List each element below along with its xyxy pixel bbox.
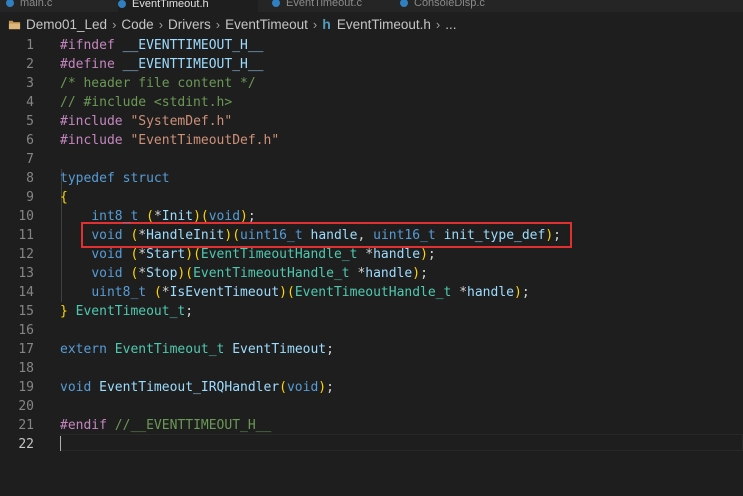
line-number: 21 bbox=[18, 418, 34, 433]
code-line[interactable]: 1 #ifndef __EVENTTIMEOUT_H__ bbox=[0, 36, 743, 55]
breadcrumb-demo01-led[interactable]: Demo01_Led bbox=[26, 17, 107, 32]
code-line[interactable]: 13 void (*Stop)(EventTimeoutHandle_t *ha… bbox=[0, 264, 743, 283]
code-text: int8_t (*Init)(void); bbox=[91, 209, 256, 224]
line-number: 6 bbox=[26, 133, 34, 148]
code-text: void EventTimeout_IRQHandler(void); bbox=[60, 380, 334, 395]
c-file-icon bbox=[118, 0, 126, 9]
line-number: 17 bbox=[18, 342, 34, 357]
code-text: #include "EventTimeoutDef.h" bbox=[60, 133, 280, 148]
code-line[interactable]: 14 uint8_t (*IsEventTimeout)(EventTimeou… bbox=[0, 283, 743, 302]
code-line[interactable]: 12 void (*Start)(EventTimeoutHandle_t *h… bbox=[0, 245, 743, 264]
code-text: #ifndef __EVENTTIMEOUT_H__ bbox=[60, 38, 264, 53]
line-number: 5 bbox=[26, 114, 34, 129]
chevron-right-icon: › bbox=[215, 16, 221, 32]
breadcrumb-eventtimeout[interactable]: EventTimeout bbox=[225, 17, 308, 32]
breadcrumb-drivers[interactable]: Drivers bbox=[168, 17, 211, 32]
line-number: 12 bbox=[18, 247, 34, 262]
line-number: 8 bbox=[26, 171, 34, 186]
code-text: typedef struct bbox=[60, 171, 170, 186]
line-number: 16 bbox=[18, 323, 34, 338]
tab-eventtimeout-c[interactable]: EventTimeout.c bbox=[272, 0, 362, 12]
line-number: 22 bbox=[18, 437, 34, 452]
code-text: uint8_t (*IsEventTimeout)(EventTimeoutHa… bbox=[91, 285, 530, 300]
line-number: 20 bbox=[18, 399, 34, 414]
c-file-icon bbox=[6, 0, 14, 8]
line-number: 9 bbox=[26, 190, 34, 205]
code-text: extern EventTimeout_t EventTimeout; bbox=[60, 342, 334, 357]
tab-label: EventTimeout.c bbox=[286, 0, 363, 9]
code-line[interactable]: 22 bbox=[0, 435, 743, 454]
code-text: /* header file content */ bbox=[60, 76, 256, 91]
code-text: // #include <stdint.h> bbox=[60, 95, 233, 110]
breadcrumb-code[interactable]: Code bbox=[121, 17, 153, 32]
code-line[interactable]: 11 void (*HandleInit)(uint16_t handle, u… bbox=[0, 226, 743, 245]
line-number: 11 bbox=[18, 228, 34, 243]
editor-tab-strip: main.c EventTimeout.h EventTimeout.c Con… bbox=[0, 0, 743, 12]
code-line[interactable]: 3 /* header file content */ bbox=[0, 74, 743, 93]
breadcrumb-eventtimeout-h[interactable]: EventTimeout.h bbox=[337, 17, 431, 32]
h-file-icon: h bbox=[322, 16, 331, 32]
line-number: 15 bbox=[18, 304, 34, 319]
code-text: #define __EVENTTIMEOUT_H__ bbox=[60, 57, 264, 72]
line-number: 19 bbox=[18, 380, 34, 395]
code-text: void (*Start)(EventTimeoutHandle_t *hand… bbox=[91, 247, 436, 262]
code-line[interactable]: 20 bbox=[0, 397, 743, 416]
line-number: 18 bbox=[18, 361, 34, 376]
code-line[interactable]: 16 bbox=[0, 321, 743, 340]
line-number: 1 bbox=[26, 38, 34, 53]
code-line[interactable]: 17 extern EventTimeout_t EventTimeout; bbox=[0, 340, 743, 359]
line-number: 14 bbox=[18, 285, 34, 300]
line-number: 4 bbox=[26, 95, 34, 110]
line-number: 13 bbox=[18, 266, 34, 281]
code-text: { bbox=[60, 190, 68, 205]
code-line[interactable]: 5 #include "SystemDef.h" bbox=[0, 112, 743, 131]
line-number: 2 bbox=[26, 57, 34, 72]
code-text: void (*HandleInit)(uint16_t handle, uint… bbox=[91, 228, 561, 243]
line-number: 3 bbox=[26, 76, 34, 91]
tab-eventtimeout-h[interactable]: EventTimeout.h bbox=[118, 0, 258, 12]
chevron-right-icon: › bbox=[158, 16, 164, 32]
chevron-right-icon: › bbox=[112, 16, 117, 32]
tab-main-c[interactable]: main.c bbox=[6, 0, 52, 12]
code-line[interactable]: 6 #include "EventTimeoutDef.h" bbox=[0, 131, 743, 150]
tab-label: ConsoleDisp.c bbox=[414, 0, 485, 9]
code-text: #endif //__EVENTTIMEOUT_H__ bbox=[60, 418, 272, 433]
code-line[interactable]: 9{ bbox=[0, 188, 743, 207]
code-line[interactable]: 15 } EventTimeout_t; bbox=[0, 302, 743, 321]
tab-consoledisp-c[interactable]: ConsoleDisp.c bbox=[400, 0, 485, 12]
code-text: void (*Stop)(EventTimeoutHandle_t *handl… bbox=[91, 266, 428, 281]
code-text: #include "SystemDef.h" bbox=[60, 114, 233, 129]
breadcrumb: Demo01_Led › Code › Drivers › EventTimeo… bbox=[0, 12, 743, 36]
code-line[interactable]: 7 bbox=[0, 150, 743, 169]
c-file-icon bbox=[272, 0, 280, 8]
code-line[interactable]: 4 // #include <stdint.h> bbox=[0, 93, 743, 112]
code-line[interactable]: 19 void EventTimeout_IRQHandler(void); bbox=[0, 378, 743, 397]
c-file-icon bbox=[400, 0, 408, 8]
tab-label: EventTimeout.h bbox=[132, 0, 209, 10]
tab-label: main.c bbox=[20, 0, 53, 9]
chevron-right-icon: › bbox=[435, 16, 441, 32]
code-line[interactable]: 21 #endif //__EVENTTIMEOUT_H__ bbox=[0, 416, 743, 435]
folder-icon bbox=[8, 20, 21, 29]
code-line[interactable]: 18 bbox=[0, 359, 743, 378]
code-text: } EventTimeout_t; bbox=[60, 304, 194, 319]
code-line[interactable]: 2 #define __EVENTTIMEOUT_H__ bbox=[0, 55, 743, 74]
code-editor[interactable]: 1 #ifndef __EVENTTIMEOUT_H__ 2 #define __EV… bbox=[0, 36, 743, 496]
chevron-right-icon: › bbox=[312, 16, 318, 32]
code-line[interactable]: 10 int8_t (*Init)(void); bbox=[0, 207, 743, 226]
code-line[interactable]: 8 typedef struct bbox=[0, 169, 743, 188]
line-number: 7 bbox=[26, 152, 34, 167]
breadcrumb-symbols[interactable]: ... bbox=[445, 17, 456, 32]
line-number: 10 bbox=[18, 209, 34, 224]
